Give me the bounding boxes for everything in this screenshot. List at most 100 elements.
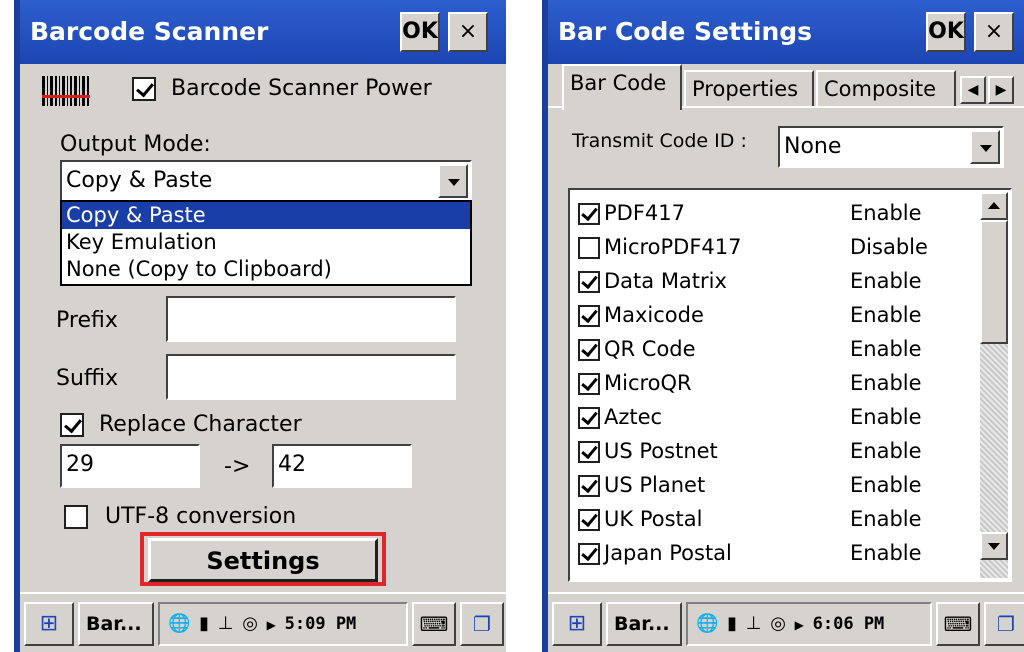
sync-icon[interactable]: ◎ [242, 604, 258, 644]
symbology-checkbox[interactable] [578, 203, 600, 225]
connection-icon[interactable]: ⊥ [218, 604, 234, 644]
power-checkbox-row[interactable]: Barcode Scanner Power [132, 76, 432, 101]
prefix-label: Prefix [56, 308, 118, 333]
symbology-name: US Planet [604, 473, 706, 497]
symbology-checkbox[interactable] [578, 543, 600, 565]
power-checkbox[interactable] [132, 77, 156, 101]
symbology-name: PDF417 [604, 201, 685, 225]
symbology-checkbox[interactable] [578, 407, 600, 429]
title-bar: Bar Code Settings OK × [548, 0, 1024, 64]
chevron-down-icon[interactable] [438, 164, 468, 198]
output-mode-dropdown: Copy & Paste Key Emulation None (Copy to… [60, 200, 472, 286]
symbology-status: Enable [850, 473, 922, 497]
symbology-checkbox[interactable] [578, 271, 600, 293]
power-label: Barcode Scanner Power [171, 76, 432, 101]
globe-icon[interactable]: 🌐 [168, 604, 190, 644]
signal-icon[interactable]: ▮ [199, 604, 209, 644]
symbology-name: Aztec [604, 405, 663, 429]
system-tray: 🌐 ▮ ⊥ ◎ ▶ 5:09 PM [158, 602, 408, 646]
transmit-code-id-label: Transmit Code ID : [572, 130, 747, 152]
utf8-label: UTF-8 conversion [105, 504, 297, 529]
symbology-name: QR Code [604, 337, 696, 361]
replace-from-input[interactable]: 29 [60, 444, 200, 488]
arrow-right-icon: ▶ [794, 618, 804, 632]
barcode-icon [42, 76, 90, 112]
symbology-status: Enable [850, 303, 922, 327]
suffix-input[interactable] [166, 354, 456, 400]
tab-scroll-left-icon[interactable]: ◀ [960, 76, 986, 104]
tab-strip: Bar Code Properties Composite ◀ ▶ [548, 64, 1024, 110]
scroll-up-icon[interactable] [980, 192, 1008, 220]
symbology-status: Enable [850, 439, 922, 463]
symbology-name: MicroQR [604, 371, 692, 395]
symbology-checkbox[interactable] [578, 339, 600, 361]
system-tray: 🌐 ▮ ⊥ ◎ ▶ 6:06 PM [686, 602, 932, 646]
clock[interactable]: 5:09 PM [285, 614, 357, 634]
taskbar-app-button[interactable]: Bar... [78, 602, 154, 646]
symbology-status: Enable [850, 201, 922, 225]
tab-scroll-right-icon[interactable]: ▶ [988, 76, 1014, 104]
signal-icon[interactable]: ▮ [727, 604, 737, 644]
symbology-row[interactable]: MicroPDF417 Disable [578, 230, 928, 264]
keyboard-icon[interactable]: ⌨ [412, 602, 456, 646]
symbology-status: Enable [850, 507, 922, 531]
symbology-row[interactable]: Maxicode Enable [578, 298, 922, 332]
vertical-scrollbar[interactable] [980, 192, 1008, 578]
symbology-checkbox[interactable] [578, 509, 600, 531]
replace-checkbox[interactable] [60, 413, 84, 437]
symbology-checkbox[interactable] [578, 305, 600, 327]
prefix-input[interactable] [166, 296, 456, 342]
close-button[interactable]: × [448, 12, 488, 52]
taskbar: ⊞ Bar... 🌐 ▮ ⊥ ◎ ▶ 6:06 PM ⌨ ❐ [548, 592, 1024, 652]
chevron-down-icon[interactable] [970, 130, 1000, 164]
symbology-row[interactable]: Data Matrix Enable [578, 264, 922, 298]
symbology-row[interactable]: MicroQR Enable [578, 366, 922, 400]
ok-button[interactable]: OK [400, 12, 440, 52]
symbology-checkbox[interactable] [578, 475, 600, 497]
windows-start-icon[interactable]: ⊞ [552, 602, 602, 646]
task-switch-icon[interactable]: ❐ [984, 602, 1024, 646]
symbology-status: Enable [850, 405, 922, 429]
dropdown-option[interactable]: Key Emulation [62, 229, 470, 256]
taskbar: ⊞ Bar... 🌐 ▮ ⊥ ◎ ▶ 5:09 PM ⌨ ❐ [20, 592, 506, 652]
utf8-checkbox-row[interactable]: UTF-8 conversion [64, 504, 296, 529]
scroll-down-icon[interactable] [980, 532, 1008, 560]
task-switch-icon[interactable]: ❐ [460, 602, 504, 646]
symbology-row[interactable]: Japan Postal Enable [578, 536, 922, 570]
symbology-row[interactable]: US Postnet Enable [578, 434, 922, 468]
taskbar-app-button[interactable]: Bar... [606, 602, 682, 646]
output-mode-select[interactable]: Copy & Paste [60, 160, 472, 202]
globe-icon[interactable]: 🌐 [696, 604, 718, 644]
close-button[interactable]: × [974, 12, 1014, 52]
symbology-row[interactable]: QR Code Enable [578, 332, 922, 366]
transmit-code-id-select[interactable]: None [778, 126, 1004, 168]
utf8-checkbox[interactable] [64, 505, 88, 529]
symbology-checkbox[interactable] [578, 441, 600, 463]
sync-icon[interactable]: ◎ [770, 604, 786, 644]
transmit-code-id-value: None [784, 134, 842, 159]
tab-properties[interactable]: Properties [684, 70, 814, 108]
tab-bar-code[interactable]: Bar Code [562, 64, 682, 110]
barcode-scanner-window: Barcode Scanner OK × Barcode Scanner Pow… [14, 0, 506, 652]
ok-button[interactable]: OK [926, 12, 966, 52]
symbology-name: Data Matrix [604, 269, 727, 293]
dropdown-option[interactable]: Copy & Paste [62, 202, 470, 229]
symbology-row[interactable]: PDF417 Enable [578, 196, 922, 230]
replace-checkbox-row[interactable]: Replace Character [60, 412, 302, 437]
symbology-row[interactable]: US Planet Enable [578, 468, 922, 502]
symbology-checkbox[interactable] [578, 373, 600, 395]
keyboard-icon[interactable]: ⌨ [936, 602, 980, 646]
tab-composite[interactable]: Composite [816, 70, 956, 108]
title-bar: Barcode Scanner OK × [20, 0, 506, 64]
replace-to-input[interactable]: 42 [272, 444, 412, 488]
windows-start-icon[interactable]: ⊞ [24, 602, 74, 646]
connection-icon[interactable]: ⊥ [746, 604, 762, 644]
clock[interactable]: 6:06 PM [813, 614, 885, 634]
scroll-thumb[interactable] [980, 220, 1008, 344]
symbology-row[interactable]: UK Postal Enable [578, 502, 922, 536]
symbology-row[interactable]: Aztec Enable [578, 400, 922, 434]
settings-button[interactable]: Settings [148, 538, 378, 582]
symbology-checkbox[interactable] [578, 237, 600, 259]
dropdown-option[interactable]: None (Copy to Clipboard) [62, 256, 470, 283]
bar-code-settings-window: Bar Code Settings OK × Bar Code Properti… [542, 0, 1024, 652]
